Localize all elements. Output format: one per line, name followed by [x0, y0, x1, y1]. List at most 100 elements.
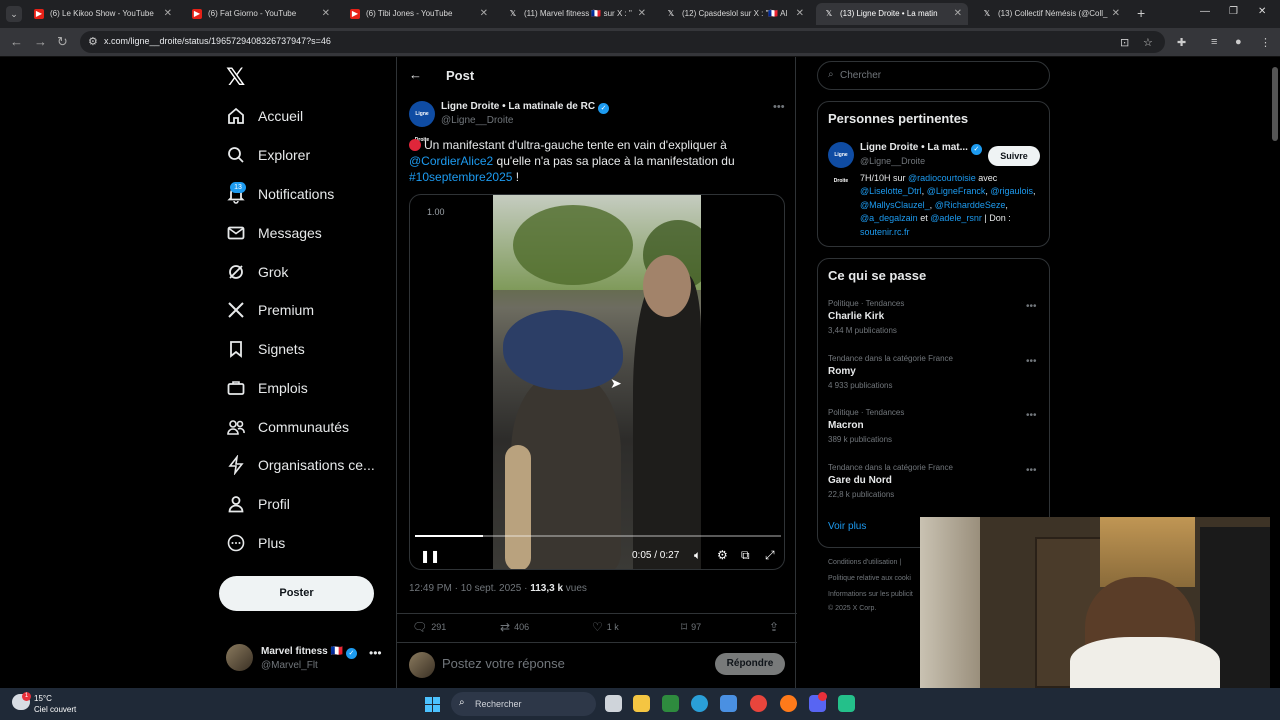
search-input[interactable]: ⌕ Chercher: [817, 61, 1050, 90]
more-icon[interactable]: •••: [1026, 410, 1037, 421]
more-icon[interactable]: •••: [369, 646, 382, 660]
avatar[interactable]: Ligne Droite: [828, 142, 854, 184]
bio-link[interactable]: @LigneFranck: [927, 186, 986, 196]
fullscreen-icon[interactable]: ⤢: [765, 548, 775, 563]
trend-item[interactable]: Politique · Tendances Charlie Kirk 3,44 …: [828, 299, 1043, 344]
pause-icon[interactable]: ❚❚: [420, 549, 440, 563]
install-app-icon[interactable]: ⊡: [1120, 36, 1129, 49]
app-icon[interactable]: [838, 695, 855, 712]
profile-icon[interactable]: ●: [1235, 36, 1242, 48]
bio-link[interactable]: @a_degalzain: [860, 213, 918, 223]
browser-tab[interactable]: ▶ (6) Tibi Jones - YouTube ✕: [342, 3, 494, 25]
trend-item[interactable]: Politique · Tendances Macron 389 k publi…: [828, 408, 1043, 453]
x-logo-icon[interactable]: 𝕏: [226, 63, 245, 92]
minimize-icon[interactable]: —: [1200, 6, 1210, 17]
browser-tab[interactable]: ▶ (6) Fat Giorno - YouTube ✕: [184, 3, 336, 25]
bio-link[interactable]: @Liselotte_Dtrl: [860, 186, 922, 196]
forward-icon[interactable]: →: [34, 34, 47, 49]
footer-link[interactable]: Conditions d'utilisation |: [828, 559, 901, 566]
tab-search-menu-icon[interactable]: ⌄: [6, 6, 22, 22]
browser-tab[interactable]: ▶ (6) Le Kikoo Show - YouTube ✕: [26, 3, 178, 25]
sidebar-item-accueil[interactable]: Accueil: [226, 101, 303, 131]
reading-list-icon[interactable]: ≡: [1211, 36, 1217, 48]
scrollbar-thumb[interactable]: [1272, 67, 1278, 141]
tweet-author-name[interactable]: Ligne Droite • La matinale de RC ✓: [441, 101, 610, 114]
sidebar-item-plus[interactable]: Plus: [226, 528, 285, 558]
close-window-icon[interactable]: ✕: [1258, 6, 1266, 17]
bookmark-star-icon[interactable]: ☆: [1143, 36, 1153, 49]
url-field[interactable]: ⚙ x.com/ligne__droite/status/19657294083…: [80, 31, 1165, 53]
sidebar-item-explorer[interactable]: Explorer: [226, 140, 310, 170]
post-button[interactable]: Poster: [219, 576, 374, 611]
reload-icon[interactable]: ↻: [57, 34, 68, 50]
avatar[interactable]: Ligne Droite: [409, 101, 435, 143]
browser-tab[interactable]: 𝕏 (11) Marvel fitness 🇫🇷 sur X : " ✕: [500, 3, 652, 25]
sidebar-item-signets[interactable]: Signets: [226, 334, 305, 364]
mention-link[interactable]: @CordierAlice2: [409, 154, 493, 168]
more-icon[interactable]: •••: [1026, 356, 1037, 367]
close-tab-icon[interactable]: ✕: [796, 3, 804, 25]
trend-item[interactable]: Tendance dans la catégorie France Gare d…: [828, 463, 1043, 508]
sidebar-item-organisations[interactable]: Organisations ce...: [226, 450, 375, 480]
more-icon[interactable]: •••: [1026, 465, 1037, 476]
bio-link[interactable]: @adele_rsnr: [930, 213, 982, 223]
firefox-icon[interactable]: [780, 695, 797, 712]
sidebar-item-messages[interactable]: Messages: [226, 218, 322, 248]
trend-item[interactable]: Tendance dans la catégorie France Romy 4…: [828, 354, 1043, 399]
bio-link[interactable]: soutenir.rc.fr: [860, 227, 910, 237]
person-name[interactable]: Ligne Droite • La mat... ✓: [860, 142, 982, 155]
hashtag-link[interactable]: #10septembre2025: [409, 170, 512, 184]
volume-icon[interactable]: 🔈︎: [694, 548, 701, 563]
footer-link[interactable]: Politique relative aux cooki: [828, 575, 911, 582]
close-tab-icon[interactable]: ✕: [322, 3, 330, 25]
browser-tab-active[interactable]: 𝕏 (13) Ligne Droite • La matin ✕: [816, 3, 968, 25]
sidebar-item-emplois[interactable]: Emplois: [226, 373, 308, 403]
sidebar-item-grok[interactable]: Grok: [226, 257, 288, 287]
video-progress-bar[interactable]: [415, 535, 781, 537]
windows-start-icon[interactable]: [425, 697, 440, 712]
chrome-icon[interactable]: [750, 695, 767, 712]
site-info-icon[interactable]: ⚙: [88, 35, 98, 48]
extensions-icon[interactable]: ✚: [1177, 36, 1186, 49]
maximize-icon[interactable]: ❐: [1229, 6, 1238, 17]
repost-button[interactable]: ⇄ 406: [500, 620, 529, 634]
pip-icon[interactable]: ⧉: [741, 548, 750, 563]
bookmark-button[interactable]: ⌑ 97: [681, 620, 701, 634]
browser-menu-icon[interactable]: ⋮: [1260, 36, 1271, 49]
footer-link[interactable]: Informations sur les publicit: [828, 591, 913, 598]
reply-input[interactable]: Postez votre réponse: [442, 656, 565, 671]
close-tab-icon[interactable]: ✕: [1112, 3, 1120, 25]
bio-link[interactable]: @RicharddeSeze: [935, 200, 1006, 210]
share-button[interactable]: ⇪: [769, 620, 783, 634]
scrollbar[interactable]: [1270, 57, 1280, 688]
close-tab-icon[interactable]: ✕: [480, 3, 488, 25]
person-handle[interactable]: @Ligne__Droite: [860, 156, 925, 166]
sidebar-item-premium[interactable]: Premium: [226, 295, 314, 325]
more-icon[interactable]: •••: [773, 101, 785, 113]
show-more-link[interactable]: Voir plus: [828, 521, 866, 532]
sidebar-item-profil[interactable]: Profil: [226, 489, 290, 519]
reply-submit-button[interactable]: Répondre: [715, 653, 785, 675]
reply-button[interactable]: 🗨︎ 291: [412, 620, 446, 634]
store-icon[interactable]: [720, 695, 737, 712]
settings-gear-icon[interactable]: ⚙: [717, 548, 728, 562]
account-switcher[interactable]: Marvel fitness 🇫🇷 ✓ @Marvel_Flt •••: [226, 644, 386, 674]
bio-link[interactable]: @rigaulois: [990, 186, 1033, 196]
like-button[interactable]: ♡ 1 k: [592, 620, 619, 634]
video-player[interactable]: 1.00 ➤ ❚❚ 0:05 / 0:27 🔈︎ ⚙ ⧉ ⤢: [409, 194, 785, 570]
browser-tab[interactable]: 𝕏 (12) Cpasdeslol sur X : "🇫🇷 Al ✕: [658, 3, 810, 25]
back-arrow-icon[interactable]: ←: [409, 67, 422, 82]
taskbar-search[interactable]: ⌕ Rechercher: [451, 692, 596, 716]
tweet-author-handle[interactable]: @Ligne__Droite: [441, 115, 513, 126]
back-icon[interactable]: ←: [10, 34, 23, 49]
weather-widget[interactable]: 1 15°C Ciel couvert: [12, 692, 92, 716]
file-explorer-icon[interactable]: [633, 695, 650, 712]
edge-icon[interactable]: [691, 695, 708, 712]
close-tab-icon[interactable]: ✕: [954, 3, 962, 25]
bio-link[interactable]: @MallysClauzel_: [860, 200, 930, 210]
follow-button[interactable]: Suivre: [988, 146, 1040, 166]
sidebar-item-communautes[interactable]: Communautés: [226, 412, 349, 442]
video-frame[interactable]: [493, 195, 701, 569]
close-tab-icon[interactable]: ✕: [164, 3, 172, 25]
bio-link[interactable]: @radiocourtoisie: [908, 173, 976, 183]
